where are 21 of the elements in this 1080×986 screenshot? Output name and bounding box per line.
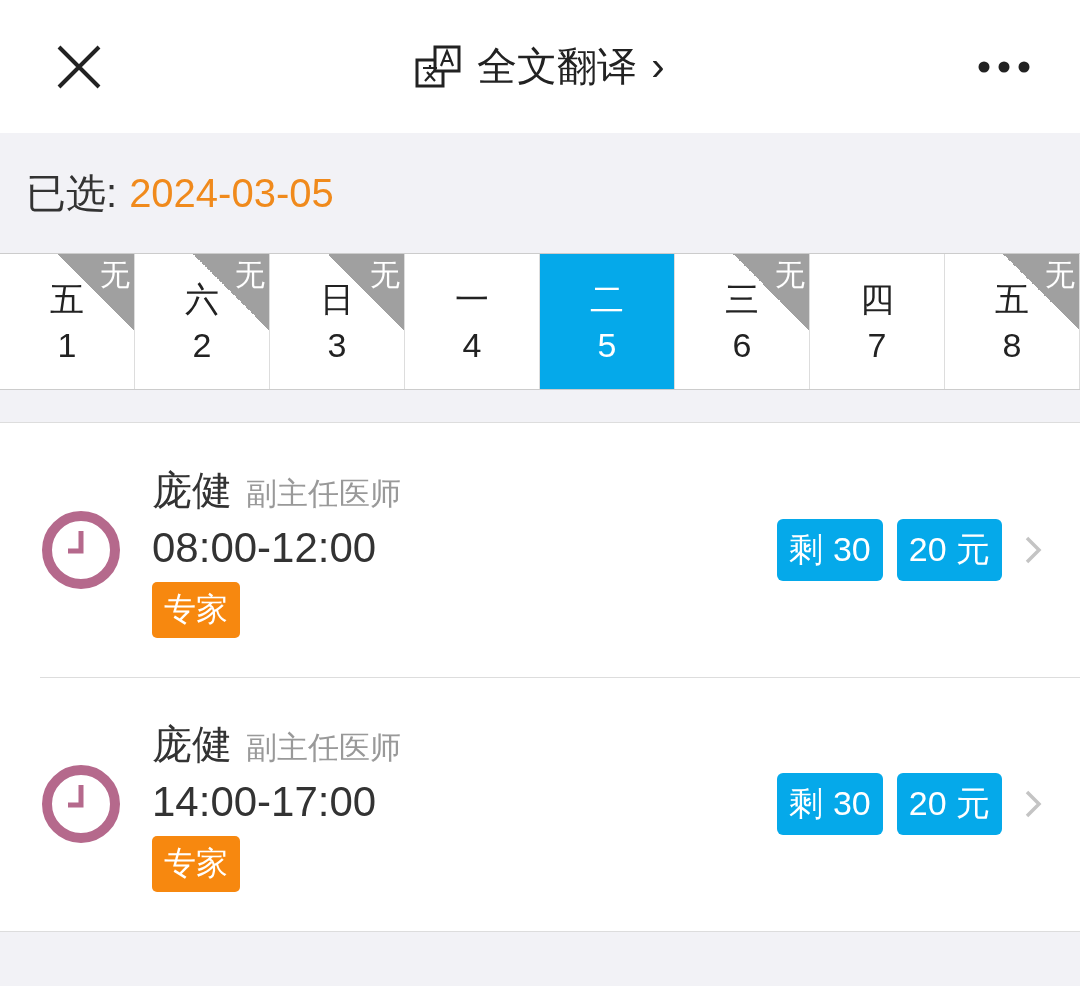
selected-label: 已选: (26, 169, 118, 217)
more-icon[interactable] (978, 60, 1030, 73)
clock-icon (40, 763, 122, 845)
chevron[interactable]: › (651, 44, 665, 89)
doctor-title: 副主任医师 (246, 728, 401, 767)
remaining-badge: 剩 30 (777, 773, 883, 835)
close-icon[interactable] (56, 43, 102, 90)
expert-tag: 专家 (152, 835, 240, 892)
doctor-name: 庞健 (152, 720, 232, 768)
price-badge: 20 元 (896, 519, 1002, 581)
clock-icon (40, 509, 122, 591)
time-range: 14:00-17:00 (152, 777, 378, 826)
page-title[interactable]: 全文翻译 (477, 39, 638, 94)
translate-icon (415, 43, 464, 90)
time-range: 08:00-12:00 (152, 523, 378, 572)
expert-tag: 专家 (152, 581, 240, 638)
remaining-badge: 剩 30 (777, 519, 883, 581)
doctor-title: 副主任医师 (246, 474, 401, 513)
doctor-name: 庞健 (152, 466, 232, 514)
selected-date: 2024-03-05 (129, 170, 334, 216)
price-badge: 20 元 (896, 773, 1002, 835)
